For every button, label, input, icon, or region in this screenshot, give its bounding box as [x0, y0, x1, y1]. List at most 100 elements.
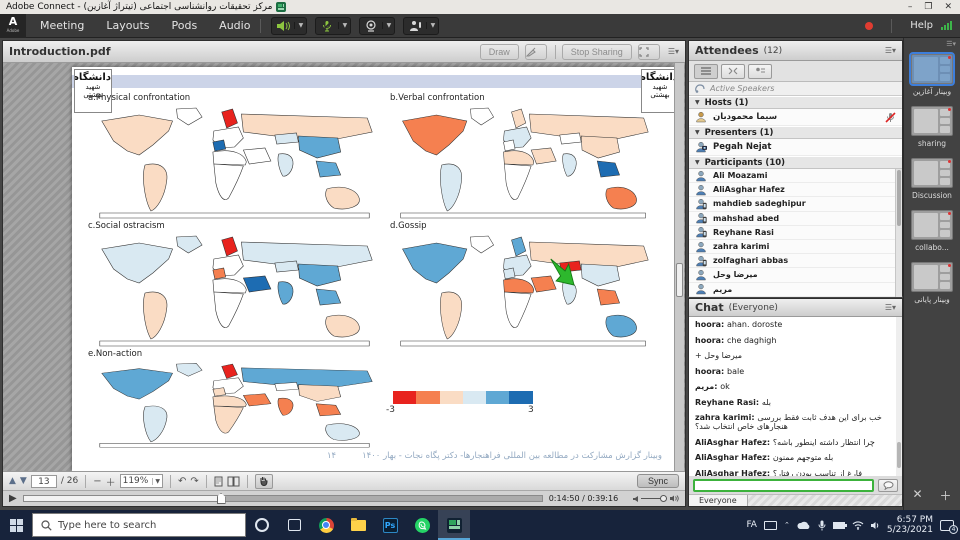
- zoom-in-button[interactable]: ＋: [106, 474, 116, 489]
- microphone-tray-icon[interactable]: [818, 520, 826, 531]
- layout-item[interactable]: collabo...: [910, 210, 954, 252]
- grid-view-button[interactable]: [721, 64, 745, 79]
- share-scrollbar[interactable]: [674, 63, 684, 471]
- layouts-menu-icon[interactable]: ☰▾: [904, 38, 960, 50]
- attendee-row[interactable]: AliAsghar Hafez: [689, 183, 902, 197]
- chat-tab-everyone[interactable]: Everyone: [689, 495, 748, 506]
- next-page-button[interactable]: ▼: [20, 476, 27, 486]
- menu-meeting[interactable]: Meeting: [40, 19, 84, 32]
- menu-audio[interactable]: Audio: [219, 19, 250, 32]
- touch-keyboard-icon[interactable]: [764, 521, 777, 530]
- task-view-button[interactable]: [278, 510, 310, 540]
- attendee-row[interactable]: Pegah Nejat: [689, 139, 902, 156]
- playback-track[interactable]: [23, 495, 543, 502]
- taskbar-clock[interactable]: 6:57 PM 5/23/2021: [887, 515, 933, 535]
- layout-thumbnail[interactable]: [911, 106, 953, 136]
- set-status-button[interactable]: ▼: [403, 17, 439, 35]
- notifications-icon[interactable]: 4: [940, 520, 954, 531]
- zoom-out-button[interactable]: −: [93, 476, 101, 487]
- pan-tool-button[interactable]: [255, 474, 273, 489]
- two-page-view-icon[interactable]: [227, 476, 240, 487]
- status-caret[interactable]: ▼: [426, 22, 438, 29]
- hosts-section-header[interactable]: ▼ Hosts (1): [689, 96, 902, 109]
- help-menu[interactable]: Help: [910, 20, 933, 31]
- chat-scrollbar[interactable]: [896, 317, 902, 476]
- file-explorer-icon[interactable]: [342, 510, 374, 540]
- participants-section-header[interactable]: ▼ Participants (10): [689, 156, 902, 169]
- presenters-section-header[interactable]: ▼ Presenters (1): [689, 126, 902, 139]
- layout-item[interactable]: وبینار آغازین: [910, 54, 954, 96]
- layout-item[interactable]: وبینار پایانی: [910, 262, 954, 304]
- single-page-view-icon[interactable]: [214, 476, 223, 487]
- playback-handle[interactable]: [217, 493, 226, 504]
- chat-message-text: چرا انتظار داشته اینطور باشه؟: [773, 438, 875, 447]
- manage-layouts-icon[interactable]: ✕: [912, 487, 922, 504]
- layout-item[interactable]: Discussion: [910, 158, 954, 200]
- zoom-level-select[interactable]: 119%▼: [120, 474, 163, 488]
- menu-layouts[interactable]: Layouts: [106, 19, 149, 32]
- previous-page-button[interactable]: ▲: [9, 476, 16, 486]
- chat-message-input[interactable]: [693, 479, 874, 492]
- chrome-icon[interactable]: [310, 510, 342, 540]
- microphone-caret[interactable]: ▼: [338, 22, 350, 29]
- attendees-pod-menu-icon[interactable]: ☰▾: [885, 46, 896, 55]
- attendee-row[interactable]: سیما محمودیان: [689, 109, 902, 126]
- speaker-button[interactable]: ▼: [271, 17, 307, 35]
- whatsapp-icon[interactable]: [406, 510, 438, 540]
- start-button[interactable]: [0, 510, 32, 540]
- attendee-row[interactable]: میرضا وحل: [689, 268, 902, 282]
- attendee-row[interactable]: mahshad abed: [689, 212, 902, 226]
- list-view-button[interactable]: [694, 64, 718, 79]
- participants-list: Ali Moazami AliAsghar Hafez mahdieb sade…: [689, 169, 902, 297]
- webcam-caret[interactable]: ▼: [382, 22, 394, 29]
- layout-thumbnail[interactable]: [911, 262, 953, 292]
- rotate-left-icon[interactable]: ↶: [178, 476, 186, 487]
- send-message-button[interactable]: [878, 479, 898, 492]
- participants-scrollbar[interactable]: [895, 169, 902, 297]
- menu-pods[interactable]: Pods: [171, 19, 197, 32]
- status-view-button[interactable]: [748, 64, 772, 79]
- speaker-tray-icon[interactable]: [871, 521, 880, 530]
- tray-expand-icon[interactable]: ⌃: [784, 521, 790, 529]
- draw-button[interactable]: Draw: [480, 44, 519, 60]
- webcam-icon: [360, 20, 382, 32]
- sync-button[interactable]: Sync: [637, 474, 679, 488]
- photoshop-icon[interactable]: Ps: [374, 510, 406, 540]
- attendee-row[interactable]: مریم: [689, 283, 902, 297]
- rotate-right-icon[interactable]: ↷: [190, 476, 198, 487]
- volume-slider[interactable]: [641, 498, 667, 499]
- language-indicator[interactable]: FA: [746, 520, 757, 530]
- attendee-row[interactable]: Reyhane Rasi: [689, 226, 902, 240]
- share-pod-menu-icon[interactable]: ☰▾: [668, 47, 679, 56]
- layout-thumbnail[interactable]: [911, 210, 953, 240]
- attendee-row[interactable]: zahra karimi: [689, 240, 902, 254]
- pointer-tool-button[interactable]: [525, 44, 547, 60]
- avatar-icon: [695, 255, 707, 267]
- microphone-button[interactable]: ▼: [315, 17, 351, 35]
- adobe-connect-taskbar-icon[interactable]: [438, 510, 470, 540]
- battery-icon[interactable]: [833, 522, 845, 529]
- fullscreen-button[interactable]: [638, 44, 660, 60]
- add-layout-icon[interactable]: ＋: [939, 487, 951, 504]
- close-button[interactable]: ✕: [944, 2, 952, 12]
- attendee-row[interactable]: zolfaghari abbas: [689, 254, 902, 268]
- wifi-icon[interactable]: [852, 521, 864, 530]
- chat-pod-menu-icon[interactable]: ☰▾: [885, 303, 896, 312]
- layout-thumbnail[interactable]: [911, 158, 953, 188]
- volume-control[interactable]: [632, 494, 679, 503]
- maximize-button[interactable]: ❐: [924, 2, 932, 12]
- onedrive-icon[interactable]: [797, 521, 811, 530]
- connection-signal-icon[interactable]: [941, 21, 952, 30]
- layout-thumbnail[interactable]: [911, 54, 953, 84]
- minimize-button[interactable]: –: [908, 2, 913, 12]
- play-button[interactable]: ▶: [9, 493, 17, 504]
- taskbar-search[interactable]: Type here to search: [32, 513, 246, 537]
- layout-item[interactable]: sharing: [910, 106, 954, 148]
- webcam-button[interactable]: ▼: [359, 17, 395, 35]
- attendee-row[interactable]: Ali Moazami: [689, 169, 902, 183]
- attendee-row[interactable]: mahdieb sadeghipur: [689, 197, 902, 211]
- speaker-caret[interactable]: ▼: [294, 22, 306, 29]
- cortana-button[interactable]: [246, 510, 278, 540]
- stop-sharing-button[interactable]: Stop Sharing: [562, 44, 632, 60]
- page-number-input[interactable]: 13: [31, 475, 57, 488]
